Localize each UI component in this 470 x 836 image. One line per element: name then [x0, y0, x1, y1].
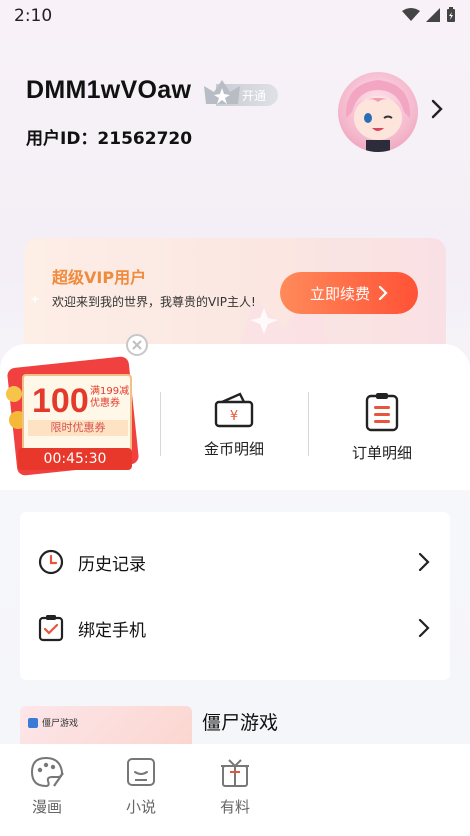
- renew-button[interactable]: 立即续费: [280, 272, 418, 314]
- coupon-ticket: 100 满199减优惠券 限时优惠券: [22, 374, 132, 458]
- menu-card: 历史记录 绑定手机: [20, 512, 450, 680]
- promo-thumb-caption: 僵尸游戏: [42, 719, 79, 729]
- coupon-timer: 00:45:30: [18, 448, 132, 470]
- avatar[interactable]: [338, 72, 418, 152]
- order-list-icon: [365, 393, 399, 432]
- coupon-close-button[interactable]: [126, 334, 148, 356]
- menu-label: 历史记录: [78, 554, 146, 575]
- coupon-limit-label: 限时优惠券: [28, 420, 128, 436]
- vip-card: 超级VIP用户 欢迎来到我的世界，我尊贵的VIP主人! 立即续费: [24, 238, 446, 358]
- avatar-illustration: [345, 80, 411, 152]
- coupon-promo[interactable]: 100 满199减优惠券 限时优惠券 00:45:30: [4, 355, 154, 477]
- chevron-right-icon: [378, 285, 388, 301]
- chevron-right-icon[interactable]: [430, 98, 444, 120]
- wallet-coin-detail[interactable]: ¥ 金币明细: [174, 392, 294, 459]
- app-logo-icon: [28, 718, 38, 728]
- nav-label: 小说: [125, 798, 156, 816]
- status-bar: 2:10: [0, 0, 470, 32]
- nav-tab-comics[interactable]: 漫画: [2, 756, 92, 817]
- wallet-order-detail[interactable]: 订单明细: [322, 392, 442, 463]
- nav-tab-featured[interactable]: 有料: [190, 756, 280, 817]
- chevron-right-icon: [418, 618, 430, 638]
- profile-page: 2:10 DMM1wVOaw 开通 用户ID：21562720 超级VIP用户 …: [0, 0, 470, 836]
- nav-label: 漫画: [31, 798, 62, 816]
- divider: [308, 392, 309, 456]
- vip-title: 超级VIP用户: [52, 268, 147, 287]
- nav-label: 有料: [219, 798, 250, 816]
- menu-label: 绑定手机: [78, 620, 146, 641]
- user-id: 用户ID：21562720: [26, 129, 193, 149]
- clipboard-check-icon: [38, 615, 64, 642]
- menu-item-bind-phone[interactable]: 绑定手机: [20, 598, 450, 658]
- sparkle-icon: [30, 294, 40, 304]
- clock-icon: [38, 549, 64, 575]
- bottom-nav: 漫画 小说 有料: [0, 744, 470, 836]
- renew-button-label: 立即续费: [309, 284, 370, 303]
- wallet-label: 订单明细: [351, 444, 412, 462]
- palette-icon: [30, 756, 64, 788]
- coupon-condition: 满199减优惠券: [90, 386, 130, 409]
- promo-title[interactable]: 僵尸游戏: [202, 708, 278, 735]
- signal-icon: [426, 8, 440, 22]
- promo-thumbnail[interactable]: 僵尸游戏: [20, 706, 192, 746]
- divider: [160, 392, 161, 456]
- wifi-icon: [402, 8, 420, 21]
- status-icons: [402, 7, 456, 23]
- menu-item-history[interactable]: 历史记录: [20, 532, 450, 592]
- svg-text:¥: ¥: [230, 409, 238, 424]
- wallet-label: 金币明细: [203, 440, 264, 458]
- nav-tab-novels[interactable]: 小说: [96, 756, 186, 817]
- username: DMM1wVOaw: [26, 76, 192, 104]
- crown-icon: [204, 80, 240, 104]
- gift-icon: [221, 759, 249, 787]
- vip-badge-label: 开通: [242, 89, 267, 103]
- coupon-amount: 100: [32, 382, 89, 420]
- battery-icon: [447, 7, 455, 22]
- coin-wallet-icon: ¥: [214, 392, 254, 428]
- close-icon: [132, 340, 142, 350]
- chevron-right-icon: [418, 552, 430, 572]
- book-icon: [127, 758, 155, 786]
- status-time: 2:10: [14, 6, 53, 26]
- vip-open-badge[interactable]: 开通: [202, 78, 280, 108]
- vip-description: 欢迎来到我的世界，我尊贵的VIP主人!: [52, 295, 256, 309]
